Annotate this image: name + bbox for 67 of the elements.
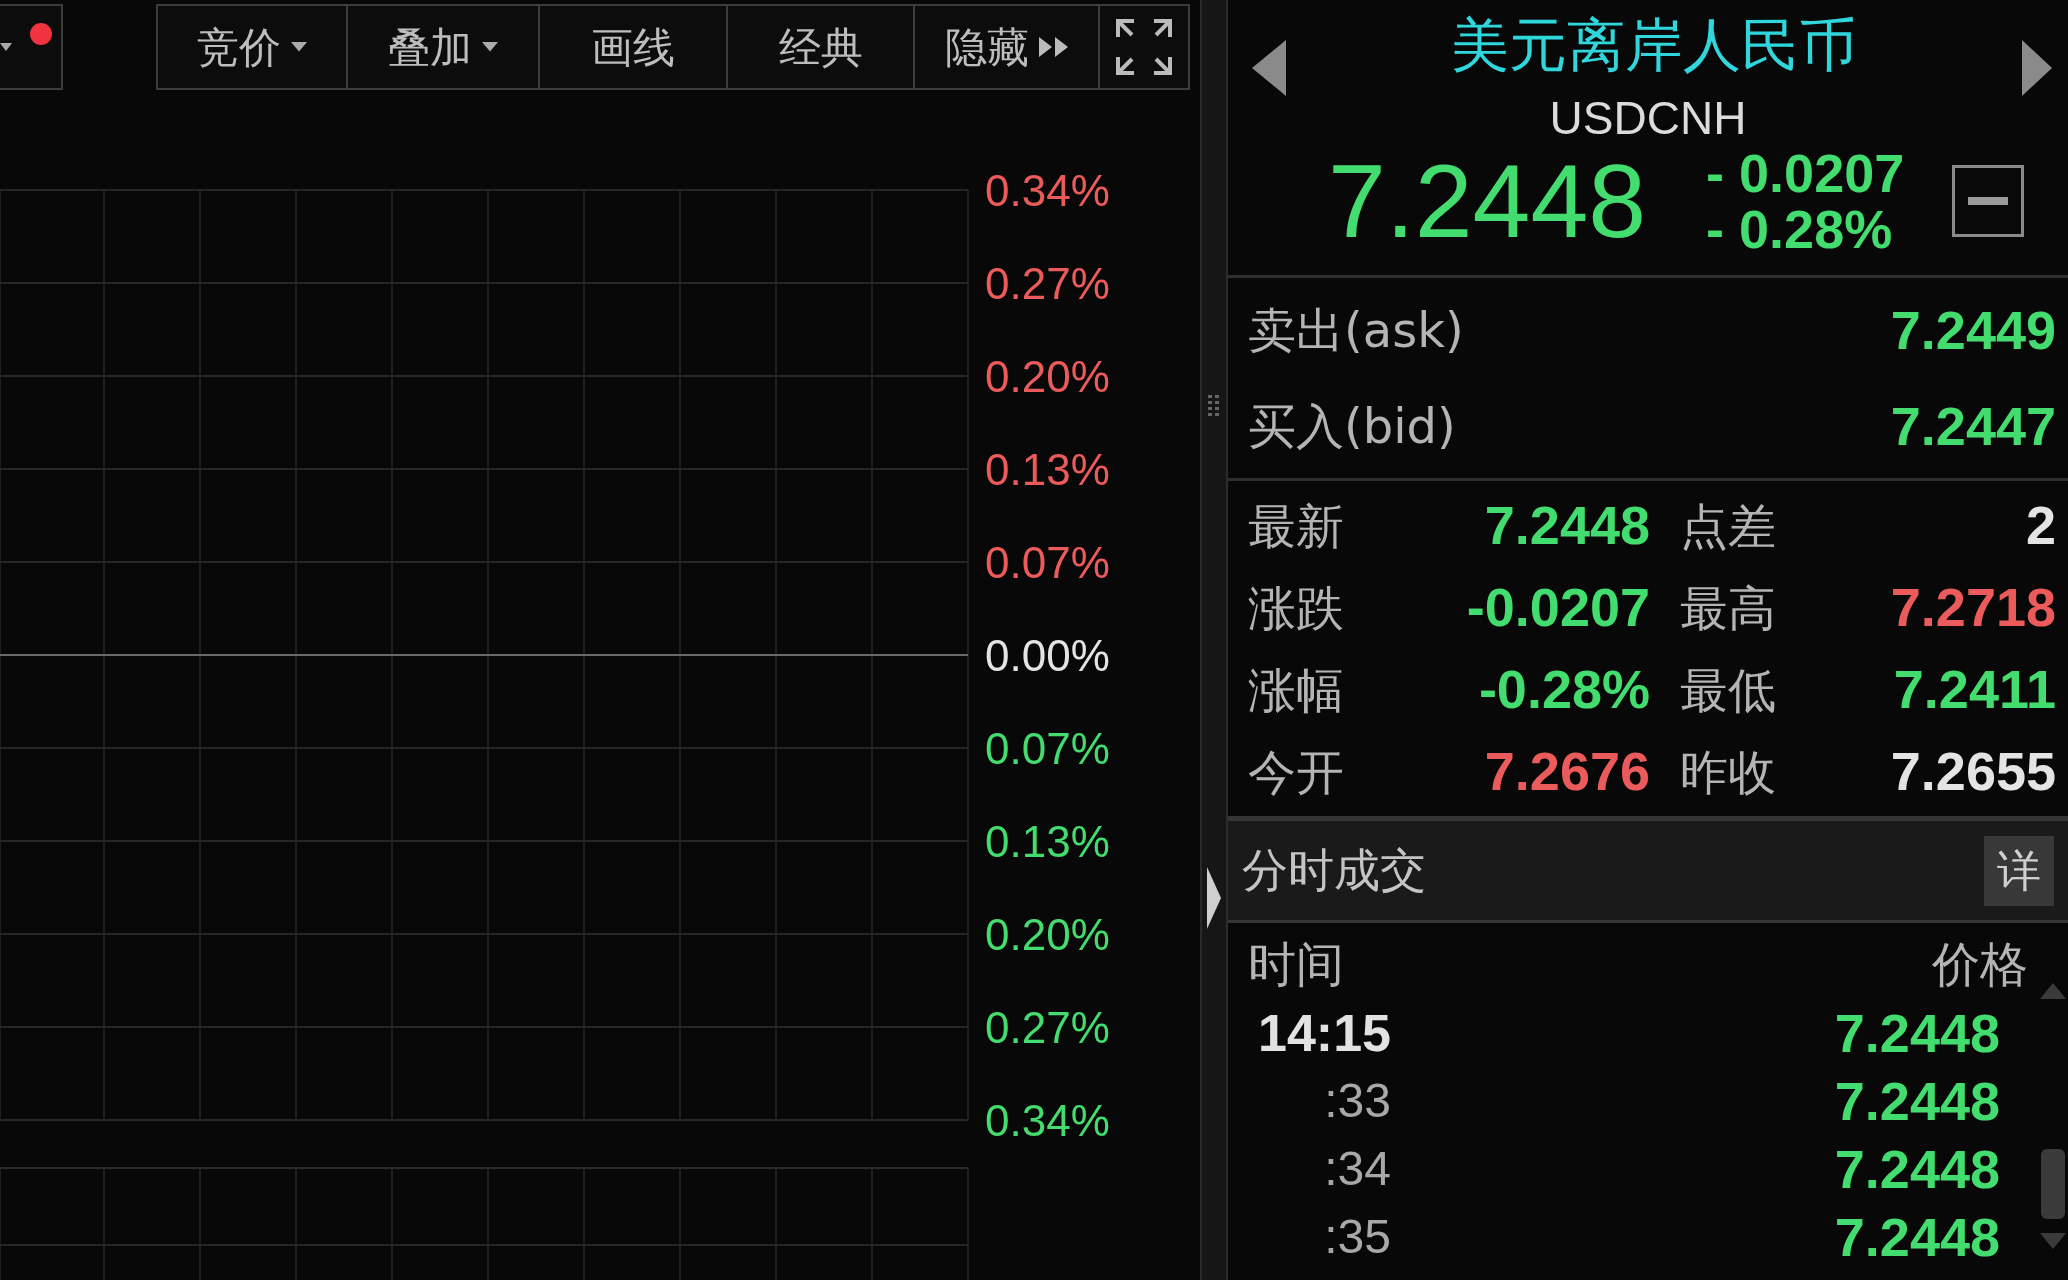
stat-label: 最高	[1679, 578, 1777, 638]
price-change: - 0.0207	[1706, 145, 1905, 201]
fullscreen-button[interactable]	[1098, 4, 1190, 90]
minus-icon	[1968, 197, 2008, 205]
expand-arrow-icon[interactable]	[1207, 867, 1221, 929]
caret-icon	[0, 43, 12, 51]
axis-label: 0.13%	[985, 815, 1110, 868]
stat-value: 7.2655	[1889, 740, 2056, 803]
stat-label: 昨收	[1679, 742, 1777, 802]
stat-value: 7.2676	[1483, 740, 1650, 803]
grip-icon[interactable]	[1208, 395, 1220, 417]
axis-label: 0.34%	[985, 164, 1110, 217]
instrument-code: USDCNH	[1548, 91, 1748, 146]
percent-change: - 0.28%	[1706, 201, 1894, 257]
toolbar-button[interactable]: 叠加	[346, 4, 540, 90]
trade-time: :33	[1323, 1073, 1391, 1129]
axis-label: 0.13%	[985, 443, 1110, 496]
quote-label: 买入(bid)	[1248, 397, 1456, 456]
dropdown-button[interactable]	[0, 4, 63, 90]
trade-time: 14:15	[1257, 1003, 1391, 1064]
stat-value: -0.28%	[1477, 658, 1650, 721]
stat-label: 涨幅	[1248, 660, 1345, 720]
caret-icon	[482, 42, 498, 52]
stat-value: 7.2448	[1483, 494, 1650, 557]
stat-label: 点差	[1679, 496, 1777, 556]
section-title: 分时成交	[1242, 842, 1426, 899]
column-header: 价格	[1932, 935, 2028, 994]
stat-value: 2	[2024, 494, 2056, 557]
axis-label: 0.20%	[985, 350, 1110, 403]
toolbar-button[interactable]: 经典	[726, 4, 915, 90]
axis-label: 0.27%	[985, 1001, 1110, 1054]
axis-label: 0.00%	[985, 629, 1110, 682]
collapse-button[interactable]	[1952, 165, 2024, 237]
axis-label: 0.07%	[985, 722, 1110, 775]
detail-button[interactable]: 详	[1984, 835, 2054, 906]
last-price: 7.2448	[1328, 149, 1647, 253]
trade-time: :35	[1323, 1209, 1391, 1265]
caret-icon	[291, 42, 307, 52]
toolbar-button[interactable]: 隐藏	[913, 4, 1100, 90]
stat-value: -0.0207	[1465, 576, 1650, 639]
fullscreen-icon	[1116, 19, 1172, 75]
stat-label: 涨跌	[1248, 578, 1345, 638]
axis-label: 0.34%	[985, 1094, 1110, 1147]
trade-price: 7.2448	[1834, 1001, 2000, 1065]
column-header: 时间	[1248, 935, 1344, 994]
toolbar-button[interactable]: 竞价	[156, 4, 348, 90]
instrument-name: 美元离岸人民币	[1450, 10, 1858, 81]
quote-value: 7.2449	[1890, 298, 2056, 362]
trade-time: :34	[1323, 1141, 1391, 1197]
axis-label: 0.27%	[985, 257, 1110, 310]
next-arrow[interactable]	[2022, 40, 2052, 96]
toolbar-button[interactable]: 画线	[538, 4, 728, 90]
stat-label: 最低	[1679, 660, 1777, 720]
trade-price: 7.2448	[1834, 1069, 2000, 1133]
trade-price: 7.2448	[1834, 1205, 2000, 1269]
stat-label: 最新	[1248, 496, 1345, 556]
double-arrow-icon	[1038, 37, 1069, 57]
stat-label: 今开	[1248, 742, 1345, 802]
quote-label: 卖出(ask)	[1248, 301, 1464, 360]
trade-price: 7.2448	[1834, 1137, 2000, 1201]
scrollbar-thumb[interactable]	[2041, 1149, 2065, 1219]
quote-value: 7.2447	[1890, 394, 2056, 458]
previous-arrow[interactable]	[1252, 40, 1286, 96]
axis-label: 0.07%	[985, 536, 1110, 589]
axis-label: 0.20%	[985, 908, 1110, 961]
stat-value: 7.2411	[1892, 658, 2056, 721]
stat-value: 7.2718	[1889, 576, 2056, 639]
